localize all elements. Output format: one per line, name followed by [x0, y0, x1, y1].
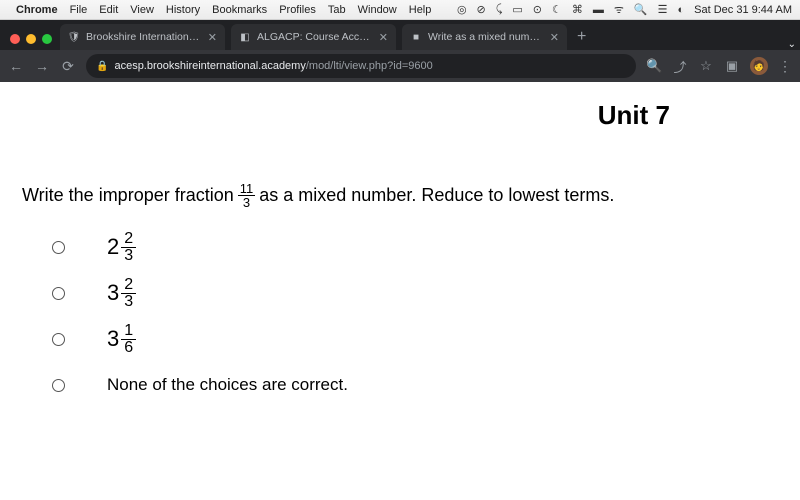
forward-button[interactable]: →: [34, 58, 50, 74]
radio-button[interactable]: [52, 379, 65, 392]
fraction-denominator: 3: [121, 294, 136, 310]
page-content: Unit 7 Write the improper fraction 11 3 …: [0, 82, 800, 500]
menu-profiles[interactable]: Profiles: [279, 4, 316, 16]
tab-title: ALGACP: Course Access: [257, 31, 371, 43]
tab-favicon-icon: ◧: [239, 31, 251, 43]
menu-edit[interactable]: Edit: [99, 4, 118, 16]
answer-choices: 2 2 3 3 2 3: [22, 227, 770, 405]
status-icon[interactable]: ◎: [457, 3, 467, 16]
tab-favicon-icon: ■: [410, 31, 422, 43]
extensions-icon[interactable]: ▣: [724, 58, 740, 74]
close-tab-icon[interactable]: ✕: [208, 31, 217, 44]
search-icon[interactable]: 🔍: [634, 3, 648, 16]
battery-icon[interactable]: ▬: [593, 4, 604, 16]
moon-icon[interactable]: ☾: [552, 3, 562, 16]
status-icon[interactable]: ⊙: [533, 3, 542, 16]
control-center-icon[interactable]: ☰: [658, 3, 668, 16]
reload-button[interactable]: ⟳: [60, 58, 76, 75]
minimize-window-button[interactable]: [26, 34, 36, 44]
display-icon[interactable]: ▭: [512, 3, 522, 16]
question-prompt: Write the improper fraction 11 3 as a mi…: [22, 182, 770, 209]
status-icon[interactable]: ⤹: [496, 3, 503, 16]
whole-part: 3: [107, 280, 119, 306]
fraction-numerator: 1: [121, 323, 136, 340]
wifi-icon[interactable]: ᯤ: [614, 2, 624, 17]
search-icon[interactable]: 🔍: [646, 58, 662, 74]
address-bar[interactable]: 🔒 acesp.brookshireinternational.academy/…: [86, 54, 636, 78]
fraction-denominator: 6: [121, 340, 136, 356]
app-menu[interactable]: Chrome: [16, 4, 58, 16]
share-icon[interactable]: ⤴: [672, 57, 688, 76]
window-controls: [6, 34, 60, 50]
answer-choice[interactable]: None of the choices are correct.: [52, 365, 770, 405]
back-button[interactable]: ←: [8, 58, 24, 74]
chrome-window: 🛡 Brookshire International Acade ✕ ◧ ALG…: [0, 20, 800, 500]
prompt-text: as a mixed number. Reduce to lowest term…: [259, 184, 614, 207]
fraction-part: 2 3: [121, 277, 136, 310]
question-area: Write the improper fraction 11 3 as a mi…: [22, 182, 770, 411]
chrome-menu-button[interactable]: ⋮: [778, 58, 792, 75]
unit-title: Unit 7: [598, 100, 670, 131]
tab-title: Brookshire International Acade: [86, 31, 200, 43]
close-window-button[interactable]: [10, 34, 20, 44]
menubar-clock[interactable]: Sat Dec 31 9:44 AM: [694, 4, 792, 16]
fraction-part: 2 3: [121, 231, 136, 264]
fraction-part: 1 6: [121, 323, 136, 356]
profile-avatar[interactable]: 🧑: [750, 57, 768, 75]
menu-file[interactable]: File: [70, 4, 88, 16]
menu-tab[interactable]: Tab: [328, 4, 346, 16]
lock-icon: 🔒: [96, 61, 108, 72]
url-domain: acesp.brookshireinternational.academy: [114, 60, 305, 72]
fraction-numerator: 2: [121, 277, 136, 294]
mixed-number: 3 2 3: [107, 277, 136, 310]
menu-history[interactable]: History: [166, 4, 200, 16]
prompt-text: Write the improper fraction: [22, 184, 234, 207]
status-icon[interactable]: ⊘: [477, 3, 486, 16]
close-tab-icon[interactable]: ✕: [550, 31, 559, 44]
answer-choice[interactable]: 2 2 3: [52, 227, 770, 267]
menu-help[interactable]: Help: [409, 4, 432, 16]
fraction-denominator: 3: [121, 248, 136, 264]
answer-choice[interactable]: 3 1 6: [52, 319, 770, 359]
mixed-number: 2 2 3: [107, 231, 136, 264]
radio-button[interactable]: [52, 241, 65, 254]
mac-menubar: Chrome File Edit View History Bookmarks …: [0, 0, 800, 20]
browser-tab[interactable]: ■ Write as a mixed number 1 5/6 ✕: [402, 24, 567, 50]
tab-favicon-icon: 🛡: [68, 31, 80, 43]
browser-tab[interactable]: 🛡 Brookshire International Acade ✕: [60, 24, 225, 50]
tab-title: Write as a mixed number 1 5/6: [428, 31, 542, 43]
fraction-denominator: 3: [241, 196, 252, 209]
url-path: /mod/lti/view.php?id=9600: [306, 60, 433, 72]
mixed-number: 3 1 6: [107, 323, 136, 356]
close-tab-icon[interactable]: ✕: [379, 31, 388, 44]
tab-list-chevron-icon[interactable]: ⌄: [788, 39, 796, 50]
radio-button[interactable]: [52, 287, 65, 300]
siri-icon[interactable]: ◐: [678, 4, 685, 16]
bookmark-star-icon[interactable]: ☆: [698, 58, 714, 74]
answer-choice[interactable]: 3 2 3: [52, 273, 770, 313]
menu-bookmarks[interactable]: Bookmarks: [212, 4, 267, 16]
fraction-numerator: 11: [238, 182, 256, 196]
choice-text: None of the choices are correct.: [107, 375, 348, 395]
fraction-numerator: 2: [121, 231, 136, 248]
new-tab-button[interactable]: +: [573, 28, 594, 50]
radio-button[interactable]: [52, 333, 65, 346]
whole-part: 2: [107, 234, 119, 260]
menu-view[interactable]: View: [130, 4, 154, 16]
bluetooth-icon[interactable]: ⌘: [572, 3, 583, 16]
menu-window[interactable]: Window: [358, 4, 397, 16]
browser-toolbar: ← → ⟳ 🔒 acesp.brookshireinternational.ac…: [0, 50, 800, 82]
maximize-window-button[interactable]: [42, 34, 52, 44]
prompt-fraction: 11 3: [238, 182, 256, 209]
whole-part: 3: [107, 326, 119, 352]
browser-tab[interactable]: ◧ ALGACP: Course Access ✕: [231, 24, 396, 50]
tab-strip: 🛡 Brookshire International Acade ✕ ◧ ALG…: [0, 20, 800, 50]
